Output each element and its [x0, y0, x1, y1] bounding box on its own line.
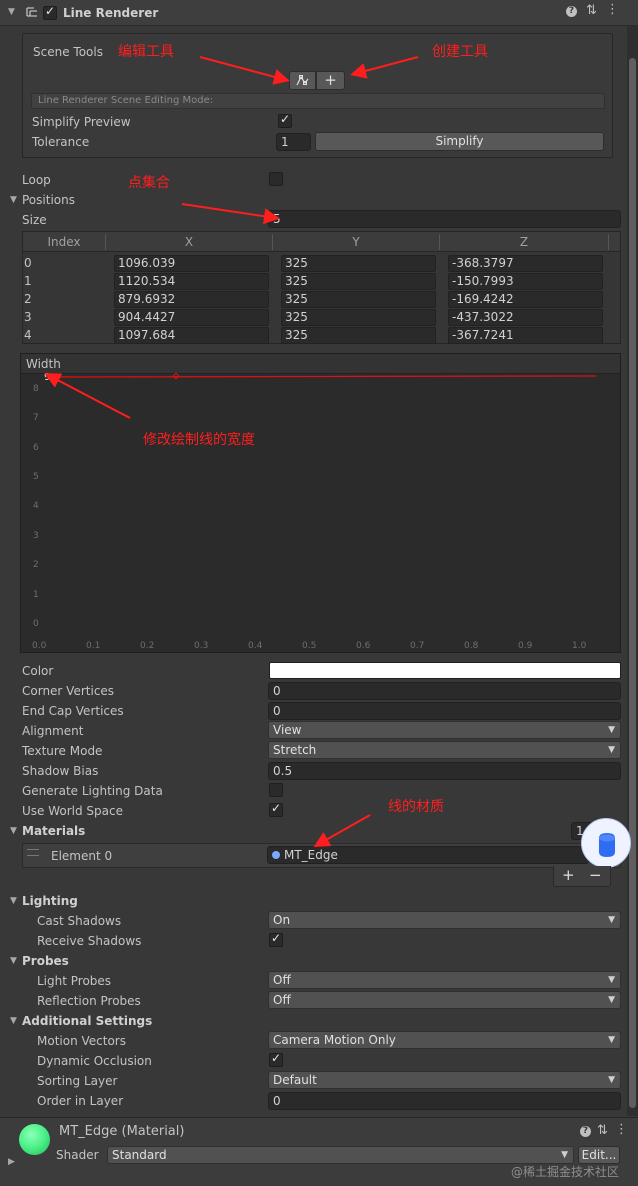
annotation-point-set: 点集合 — [128, 175, 170, 191]
annotation-create-tool: 创建工具 — [432, 44, 488, 60]
annotation-line-material: 线的材质 — [388, 799, 444, 815]
annotation-width-edit: 修改绘制线的宽度 — [143, 432, 255, 448]
annotation-edit-tool: 编辑工具 — [118, 44, 174, 60]
annotation-arrows — [44, 56, 419, 847]
